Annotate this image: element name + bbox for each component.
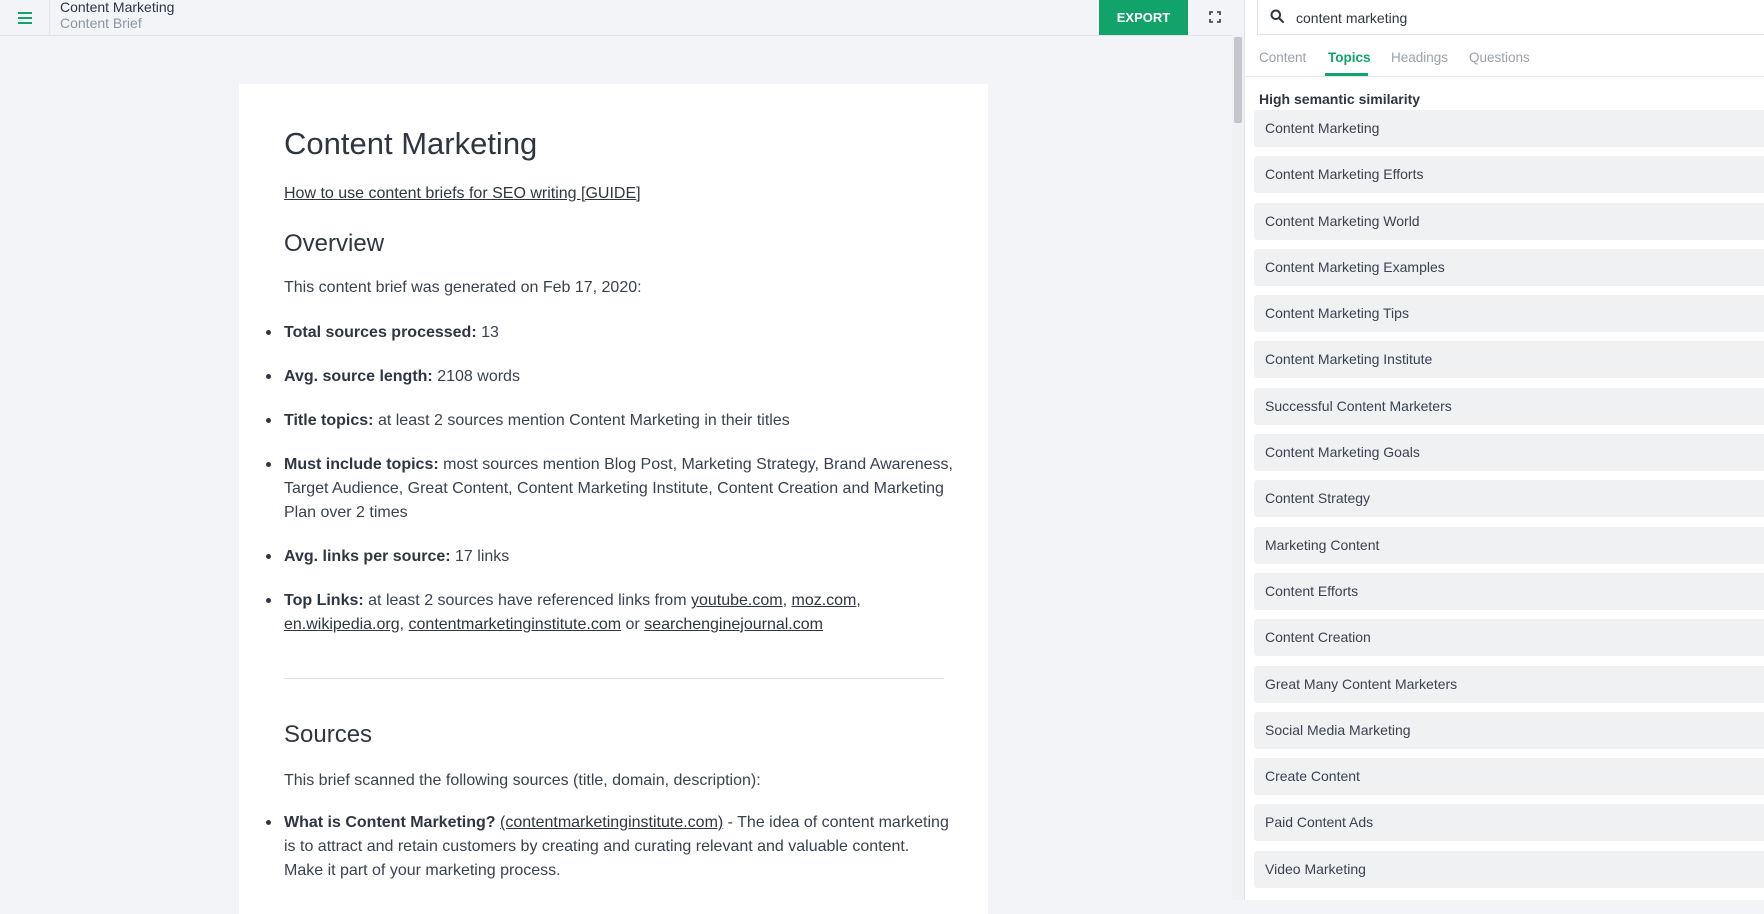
topic-item[interactable]: Content Marketing	[1254, 110, 1764, 147]
sources-intro: This brief scanned the following sources…	[284, 772, 761, 789]
stat-top-links: Top Links: at least 2 sources have refer…	[266, 589, 944, 637]
stat-avg-length: Avg. source length: 2108 words	[266, 365, 944, 389]
bullet	[266, 554, 271, 559]
bullet	[266, 598, 271, 603]
link-searchenginejournal[interactable]: searchenginejournal.com	[644, 616, 823, 633]
tab-questions[interactable]: Questions	[1469, 50, 1530, 65]
menu-button[interactable]	[0, 0, 50, 35]
fullscreen-button[interactable]	[1200, 4, 1230, 30]
source-domain-link[interactable]: (contentmarketinginstitute.com)	[500, 814, 723, 831]
source-item: What is Content Marketing? (contentmarke…	[266, 811, 949, 883]
topic-item[interactable]: Video Marketing	[1254, 851, 1764, 888]
content-brief-document: Content Marketing How to use content bri…	[239, 84, 988, 914]
top-bar: Content Marketing Content Brief EXPORT	[0, 0, 1232, 36]
stat-avg-links: Avg. links per source: 17 links	[266, 545, 944, 569]
topic-item[interactable]: Create Content	[1254, 758, 1764, 795]
bullet	[266, 462, 271, 467]
topic-item[interactable]: Social Media Marketing	[1254, 712, 1764, 749]
link-wikipedia[interactable]: en.wikipedia.org	[284, 616, 400, 633]
tab-topics[interactable]: Topics	[1328, 50, 1371, 65]
topic-item[interactable]: Content Marketing Tips	[1254, 295, 1764, 332]
bullet	[266, 418, 271, 423]
search-icon	[1270, 9, 1284, 23]
divider	[284, 678, 944, 679]
topic-item[interactable]: Content Marketing Efforts	[1254, 156, 1764, 193]
page-subtitle: Content Brief	[60, 15, 142, 31]
page-title: Content Marketing	[60, 0, 175, 15]
hamburger-menu-icon	[17, 11, 32, 24]
generated-text: This content brief was generated on Feb …	[284, 279, 642, 296]
topic-item[interactable]: Marketing Content	[1254, 527, 1764, 564]
topic-item[interactable]: Content Marketing Examples	[1254, 249, 1764, 286]
search-box	[1257, 0, 1764, 35]
section-title: High semantic similarity	[1259, 91, 1421, 107]
fullscreen-icon	[1209, 11, 1221, 23]
topic-item[interactable]: Content Marketing World	[1254, 203, 1764, 240]
panel-tabs: Content Topics Headings Questions	[1245, 35, 1764, 77]
breadcrumb: Content Marketing Content Brief	[60, 0, 174, 31]
stat-total-sources: Total sources processed: 13	[266, 321, 944, 345]
topic-item[interactable]: Content Marketing Goals	[1254, 434, 1764, 471]
topic-item[interactable]: Content Marketing Institute	[1254, 341, 1764, 378]
link-contentmarketinginstitute[interactable]: contentmarketinginstitute.com	[409, 616, 622, 633]
search-input[interactable]	[1294, 6, 1738, 30]
stat-title-topics: Title topics: at least 2 sources mention…	[266, 409, 944, 433]
topic-item[interactable]: Paid Content Ads	[1254, 804, 1764, 841]
guide-link[interactable]: How to use content briefs for SEO writin…	[284, 185, 641, 203]
tab-content[interactable]: Content	[1259, 50, 1306, 65]
link-youtube[interactable]: youtube.com	[691, 592, 783, 609]
scrollbar-thumb[interactable]	[1234, 37, 1242, 123]
active-tab-indicator	[1325, 73, 1368, 76]
source-title: What is Content Marketing?	[284, 814, 496, 831]
topic-item[interactable]: Content Strategy	[1254, 480, 1764, 517]
bullet	[266, 820, 271, 825]
stat-must-include-topics: Must include topics: most sources mentio…	[266, 453, 953, 525]
topic-item[interactable]: Successful Content Marketers	[1254, 388, 1764, 425]
topic-item[interactable]: Great Many Content Marketers	[1254, 666, 1764, 703]
main-scrollbar[interactable]	[1232, 35, 1244, 900]
bullet	[266, 330, 271, 335]
topic-item[interactable]: Content Creation	[1254, 619, 1764, 656]
link-moz[interactable]: moz.com	[791, 592, 856, 609]
doc-title: Content Marketing	[284, 126, 538, 161]
export-button[interactable]: EXPORT	[1099, 0, 1188, 35]
tab-headings[interactable]: Headings	[1391, 50, 1448, 65]
bullet	[266, 374, 271, 379]
topic-item[interactable]: Content Efforts	[1254, 573, 1764, 610]
overview-heading: Overview	[284, 230, 385, 257]
topics-panel: Content Topics Headings Questions High s…	[1245, 0, 1764, 900]
sources-heading: Sources	[284, 721, 373, 748]
